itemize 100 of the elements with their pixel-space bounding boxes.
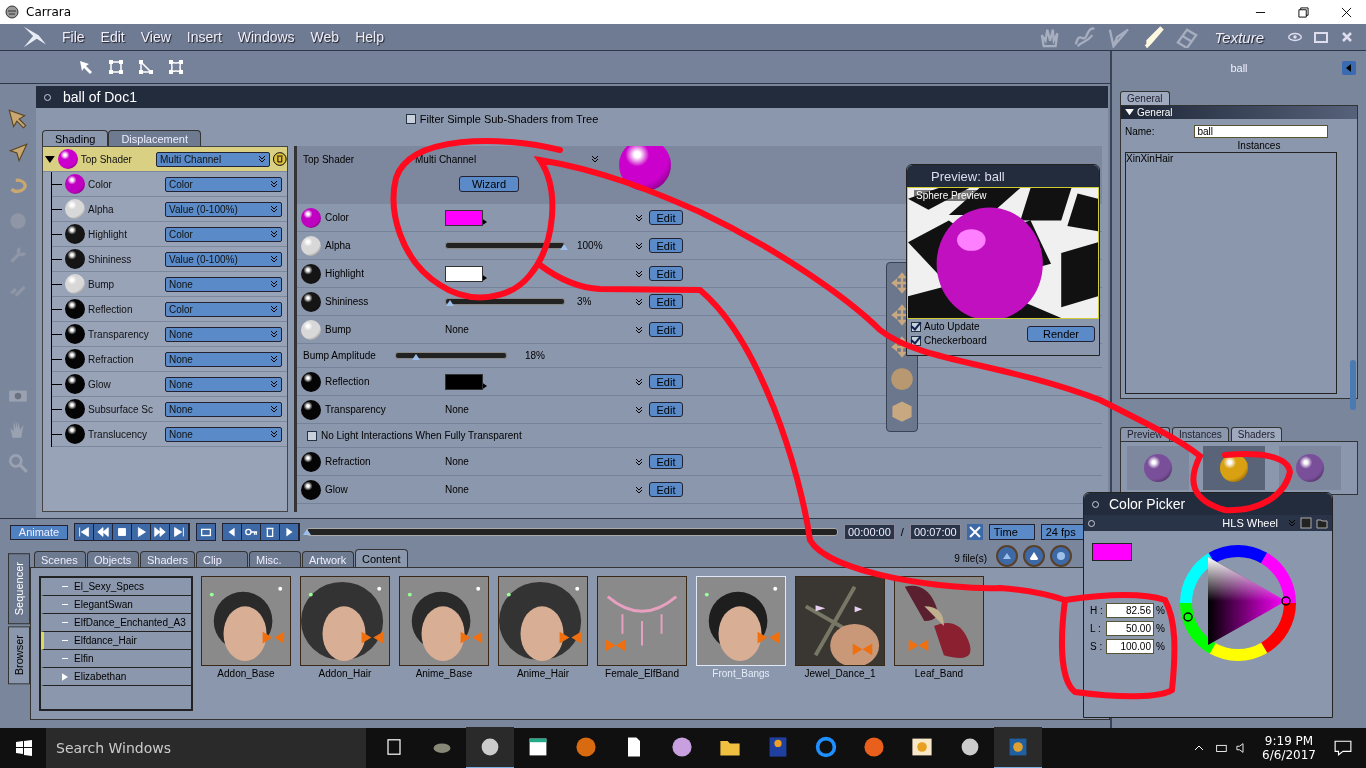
parameter-label: Glow: [324, 484, 349, 495]
edit-button[interactable]: Edit: [649, 482, 683, 497]
folder-item[interactable]: ElegantSwan: [41, 596, 191, 614]
edit-button[interactable]: Edit: [649, 266, 683, 281]
name-field[interactable]: ball: [1194, 125, 1329, 138]
menu-item[interactable]: Insert: [178, 29, 230, 45]
shader-type-dropdown[interactable]: Color: [165, 301, 282, 317]
tree-item-label[interactable]: Bump: [88, 278, 162, 290]
tree-item-label[interactable]: Shininess: [88, 253, 162, 265]
dock-tab[interactable]: Browser: [8, 626, 30, 685]
tree-item-label[interactable]: Translucency: [88, 428, 162, 440]
dock-tab[interactable]: Sequencer: [8, 553, 30, 625]
window-title: Carrara: [26, 5, 72, 19]
item-label: Female_ElfBand: [605, 668, 679, 679]
edit-button[interactable]: Edit: [649, 374, 683, 389]
tree-item-label[interactable]: Highlight: [88, 228, 162, 240]
clock-time: 9:19 PM: [1264, 734, 1314, 748]
menu-item[interactable]: File: [54, 29, 93, 45]
parameter-value: None: [445, 404, 469, 415]
edit-button[interactable]: Edit: [649, 322, 683, 337]
section-header[interactable]: General: [1121, 106, 1357, 119]
tree-item-label[interactable]: Subsurface Sc: [88, 403, 162, 415]
shader-type-dropdown[interactable]: Color: [165, 176, 282, 192]
value-field[interactable]: 50.00: [1106, 621, 1154, 636]
tree-item-label[interactable]: Top Shader: [80, 153, 153, 165]
category-tab[interactable]: Clip: [196, 551, 248, 567]
field-label: S :: [1090, 641, 1104, 652]
shader-type-dropdown[interactable]: None: [165, 326, 282, 342]
checkbox-label: Auto Update: [924, 321, 980, 332]
category-tab[interactable]: Misc.: [249, 551, 301, 567]
tree-item-label[interactable]: Refraction: [88, 353, 162, 365]
category-tab[interactable]: Scenes: [34, 551, 86, 567]
shader-type-dropdown[interactable]: Value (0-100%): [165, 251, 282, 267]
editor-tab[interactable]: Displacement: [108, 130, 201, 146]
tree-item-label[interactable]: Glow: [88, 378, 162, 390]
render-button[interactable]: Render: [1027, 325, 1095, 342]
parameter-label: Transparency: [324, 404, 387, 415]
tree-item-label[interactable]: Alpha: [88, 203, 162, 215]
category-tab[interactable]: Objects: [87, 551, 139, 567]
wizard-button[interactable]: Wizard: [459, 176, 519, 192]
shader-type: Multi Channel: [415, 153, 478, 165]
parameter-label: Bump: [324, 324, 353, 335]
folder-label: Elfin: [74, 653, 94, 664]
edit-button[interactable]: Edit: [649, 238, 683, 253]
end-time-field[interactable]: 00:07:00: [909, 524, 961, 540]
tree-item-label[interactable]: Reflection: [88, 303, 162, 315]
value-field[interactable]: 82.56: [1106, 603, 1154, 618]
inspector-tab[interactable]: General: [1120, 91, 1170, 105]
edit-button[interactable]: Edit: [649, 294, 683, 309]
search-field[interactable]: Search Windows: [46, 728, 366, 768]
editor-tab[interactable]: Shading: [42, 130, 109, 146]
parameter-label: Highlight: [324, 268, 365, 279]
folder-item[interactable]: Elizabethan: [41, 668, 191, 686]
filter-label: Filter Simple Sub-Shaders from Tree: [419, 113, 599, 125]
instance-item[interactable]: XinXinHair: [1126, 153, 1336, 164]
slider-value: 18%: [525, 350, 545, 361]
shader-type-dropdown[interactable]: None: [165, 351, 282, 367]
shader-type-dropdown[interactable]: Color: [165, 226, 282, 242]
edit-button[interactable]: Edit: [649, 210, 683, 225]
folder-item[interactable]: Elfdance_Hair: [41, 632, 191, 650]
menu-item[interactable]: Web: [302, 29, 348, 45]
time-field[interactable]: 00:00:00: [844, 524, 895, 540]
category-tab[interactable]: Artwork: [302, 551, 354, 567]
preview-overlay-label: Sphere Preview: [914, 190, 989, 201]
instances-label: Instances: [1236, 140, 1281, 151]
shader-type-dropdown[interactable]: None: [165, 276, 282, 292]
edit-button[interactable]: Edit: [649, 402, 683, 417]
animate-button[interactable]: Animate: [10, 524, 68, 540]
tree-item-label[interactable]: Color: [88, 178, 162, 190]
menu-item[interactable]: Help: [347, 29, 392, 45]
folder-item[interactable]: Elfin: [41, 650, 191, 668]
time-mode-dropdown[interactable]: Time: [988, 524, 1035, 540]
parameter-label: Bump Amplitude: [302, 350, 377, 361]
item-label: Anime_Hair: [516, 668, 570, 679]
value-field[interactable]: 100.00: [1106, 639, 1154, 654]
folder-label: Elizabethan: [74, 671, 127, 682]
color-picker-title: Color Picker: [1109, 496, 1186, 512]
shader-type-dropdown[interactable]: None: [165, 426, 282, 442]
category-tab[interactable]: Shaders: [140, 551, 195, 567]
edit-button[interactable]: Edit: [649, 454, 683, 469]
library-tab[interactable]: Shaders: [1230, 427, 1283, 441]
parameter-label: Reflection: [324, 376, 371, 387]
shader-type-dropdown[interactable]: None: [165, 376, 282, 392]
shader-type-dropdown[interactable]: None: [165, 401, 282, 417]
menu-item[interactable]: View: [132, 29, 179, 45]
shader-type-dropdown[interactable]: Value (0-100%): [165, 201, 282, 217]
item-label: Jewel_Dance_1: [804, 668, 876, 679]
room-title: Texture: [1214, 28, 1264, 46]
parameter-value: None: [445, 324, 469, 335]
menu-item[interactable]: Edit: [92, 29, 133, 45]
category-tab[interactable]: Content: [355, 549, 408, 567]
library-tab[interactable]: Instances: [1172, 427, 1229, 441]
tree-item-label[interactable]: Transparency: [88, 328, 162, 340]
menu-item[interactable]: Windows: [229, 29, 303, 45]
folder-item[interactable]: El_Sexy_Specs: [41, 578, 191, 596]
folder-item[interactable]: ElfDance_Enchanted_A3: [41, 614, 191, 632]
shader-type-dropdown[interactable]: Multi Channel: [156, 151, 271, 167]
section-title: General: [1137, 107, 1173, 118]
parameter-value: None: [445, 484, 469, 495]
field-label: H :: [1090, 605, 1104, 616]
